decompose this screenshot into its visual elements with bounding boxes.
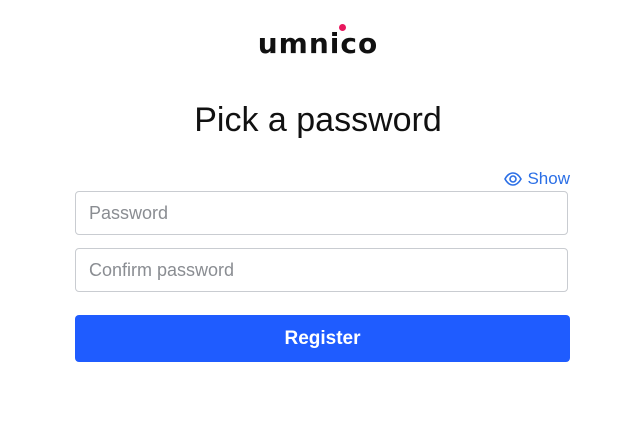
logo: umnico — [0, 24, 636, 64]
show-toggle-label: Show — [527, 169, 570, 188]
register-button[interactable]: Register — [75, 315, 570, 362]
logo-dot-icon — [338, 24, 346, 31]
password-field[interactable] — [75, 191, 568, 235]
logo-wordmark: umnico — [257, 27, 379, 60]
eye-icon — [504, 172, 523, 186]
page-title: Pick a password — [194, 101, 442, 139]
logo-text: umnico — [258, 24, 378, 64]
password-input[interactable] — [76, 192, 567, 234]
confirm-password-field[interactable] — [75, 248, 568, 292]
confirm-password-input[interactable] — [76, 249, 567, 291]
show-password-toggle[interactable]: Show — [504, 168, 570, 190]
